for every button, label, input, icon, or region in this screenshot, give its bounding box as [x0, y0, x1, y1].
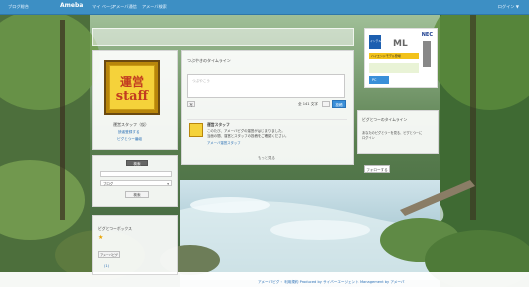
ad-banner[interactable]: NEC インテル ML ハイエンドモデル登場 PC — [364, 28, 438, 88]
ad-model: ML — [393, 39, 408, 49]
ad-product-row — [369, 63, 419, 73]
search-input[interactable] — [100, 171, 172, 177]
tweet-placeholder: つぶやこう — [192, 79, 210, 83]
profile-image[interactable]: 運営 staff — [104, 60, 160, 115]
search-scope-value: ブログ — [103, 182, 114, 186]
profile-name[interactable]: 運営スタッフ（仮） — [113, 122, 149, 128]
notice-avatar[interactable] — [189, 123, 203, 137]
tweet-textarea[interactable]: つぶやこう — [187, 74, 345, 98]
ad-brand: NEC — [421, 32, 433, 38]
follow-button[interactable]: フォローする — [364, 165, 390, 173]
right-timeline-heading: ピグとつーのタイムライン — [362, 117, 408, 122]
photo-button[interactable]: 写 — [187, 101, 195, 107]
login-menu[interactable]: ログイン ▼ — [498, 4, 519, 10]
footer-links[interactable]: アメーバピグ・ 利用規約 Produced by サイバーエージェント Mana… — [258, 280, 404, 285]
search-button[interactable]: 検索 — [125, 191, 149, 198]
notice-line-2: 当面の間、運営とスタッフの投稿をご確認ください。 — [207, 134, 289, 138]
nav-blog-top[interactable]: ブログ総合 — [8, 4, 29, 10]
ad-price-badge: PC — [369, 76, 389, 84]
ad-caption: ハイエンドモデル登場 — [371, 54, 401, 58]
add-reader-link[interactable]: 読者登録する — [118, 130, 140, 135]
piggtalk-link[interactable]: ピグとつー番組 — [117, 137, 142, 142]
chevron-down-icon: ▾ — [167, 182, 169, 186]
pig-tag-button[interactable]: アメーバピグ — [98, 251, 120, 258]
ad-badge-text: インテル — [370, 39, 382, 43]
option-select[interactable] — [322, 101, 330, 107]
nav-ameba-news[interactable]: アメーバ通信 — [112, 4, 137, 10]
pig-count-link[interactable]: (1) — [104, 264, 109, 268]
nav-ameba-search[interactable]: アメーバ検索 — [142, 4, 167, 10]
search-scope-select[interactable]: ブログ ▾ — [100, 180, 172, 186]
more-link[interactable]: もっと見る — [258, 155, 275, 160]
ad-caption-bar: ハイエンドモデル登場 — [369, 53, 419, 59]
profile-image-text-bottom: staff — [115, 89, 149, 104]
ameba-logo[interactable]: Ameba — [60, 2, 83, 12]
ad-price: PC — [372, 78, 377, 82]
star-icon: ★ — [98, 234, 104, 241]
top-navigation-bar: ブログ総合 Ameba マイ ページ アメーバ通信 アメーバ検索 ログイン ▼ — [0, 0, 529, 15]
right-timeline-login[interactable]: ログイン — [362, 135, 375, 140]
ad-badge: インテル — [369, 35, 381, 49]
search-heading: 検索 — [126, 160, 148, 166]
pig-box-heading: ピグとつーボックス — [98, 226, 132, 231]
profile-image-text-top: 運営 — [119, 75, 144, 89]
char-counter: 全 141 文字 — [298, 102, 318, 106]
ad-product-image — [423, 41, 431, 67]
blog-header-banner — [92, 28, 354, 46]
notice-link[interactable]: アメーバ運営スタッフ — [207, 140, 241, 145]
timeline-heading: つぶやきのタイムライン — [187, 58, 231, 63]
profile-image-plate: 運営 staff — [109, 65, 155, 110]
post-button[interactable]: 投稿 — [332, 100, 346, 108]
nav-mypage[interactable]: マイ ページ — [92, 4, 114, 10]
